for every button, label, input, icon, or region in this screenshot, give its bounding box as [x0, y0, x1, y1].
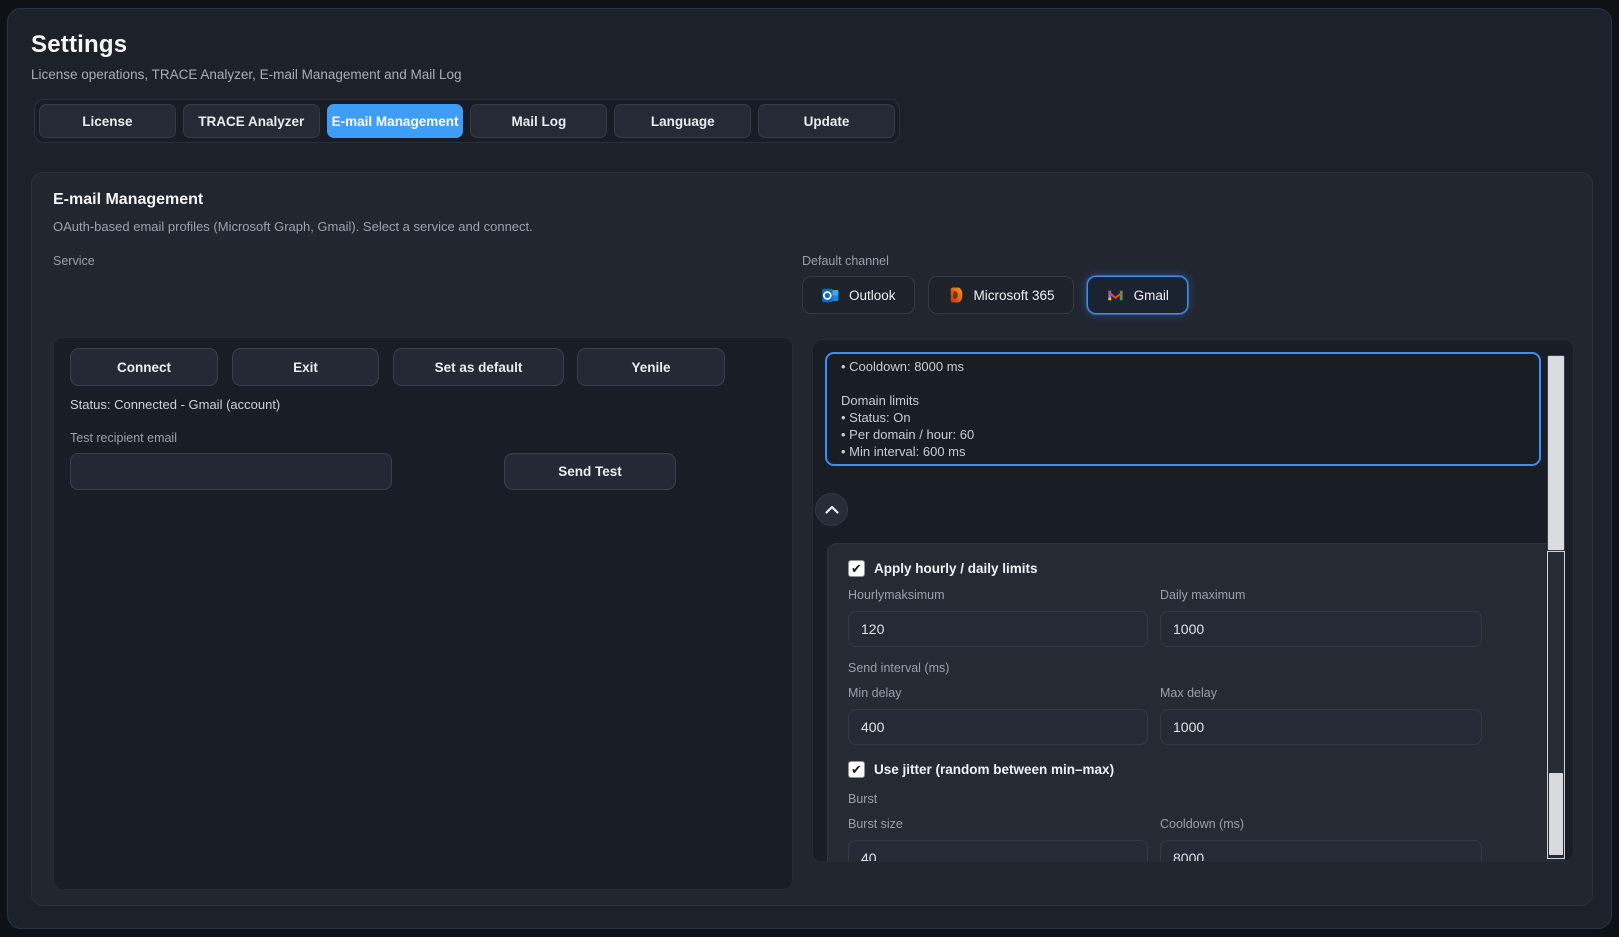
connection-status-text: Status: Connected - Gmail (account)	[70, 397, 280, 412]
jitter-checkbox[interactable]: ✔	[848, 761, 865, 778]
default-channel-group: Outlook Mic	[802, 276, 1188, 314]
info-line: Domain limits	[841, 392, 1525, 409]
settings-window: Settings License operations, TRACE Analy…	[7, 8, 1612, 929]
tab-email-management[interactable]: E-mail Management	[327, 104, 464, 138]
service-label: Service	[53, 254, 95, 268]
tab-trace-analyzer[interactable]: TRACE Analyzer	[183, 104, 320, 138]
apply-limits-checkbox[interactable]: ✔	[848, 560, 865, 577]
info-line: • Cooldown: 8000 ms	[841, 358, 1525, 375]
apply-limits-label: Apply hourly / daily limits	[874, 561, 1038, 576]
jitter-label: Use jitter (random between min–max)	[874, 762, 1114, 777]
channel-button-outlook[interactable]: Outlook	[802, 276, 915, 314]
max-delay-label: Max delay	[1160, 686, 1482, 703]
hourly-max-label: Hourlymaksimum	[848, 588, 1148, 605]
collapse-button[interactable]	[815, 493, 848, 526]
default-channel-label: Default channel	[802, 254, 889, 268]
refresh-button[interactable]: Yenile	[577, 348, 725, 386]
page-subtitle: License operations, TRACE Analyzer, E-ma…	[31, 67, 461, 82]
daily-max-label: Daily maximum	[1160, 588, 1482, 605]
cooldown-input[interactable]	[1160, 840, 1482, 862]
set-as-default-button[interactable]: Set as default	[393, 348, 564, 386]
channel-label: Gmail	[1134, 288, 1169, 303]
outlook-icon	[821, 286, 840, 305]
burst-grid: Burst size Cooldown (ms)	[848, 809, 1544, 862]
screen: Settings License operations, TRACE Analy…	[0, 0, 1619, 937]
settings-tabbar: License TRACE Analyzer E-mail Management…	[34, 99, 900, 143]
connect-button[interactable]: Connect	[70, 348, 218, 386]
min-delay-input[interactable]	[848, 709, 1148, 745]
email-management-card: E-mail Management OAuth-based email prof…	[31, 172, 1593, 906]
info-line: • Per domain / hour: 60	[841, 426, 1525, 443]
channel-settings-panel: • Cooldown: 8000 ms Domain limits • Stat…	[812, 339, 1574, 862]
section-title: E-mail Management	[53, 191, 203, 209]
cooldown-label: Cooldown (ms)	[1160, 817, 1482, 834]
apply-limits-row: ✔ Apply hourly / daily limits	[848, 558, 1544, 578]
channel-label: Outlook	[849, 288, 896, 303]
microsoft365-icon	[947, 286, 965, 304]
page-title: Settings	[31, 31, 127, 59]
send-interval-label: Send interval (ms)	[848, 661, 1544, 678]
tab-license[interactable]: License	[39, 104, 176, 138]
send-test-button[interactable]: Send Test	[504, 453, 676, 490]
max-delay-input[interactable]	[1160, 709, 1482, 745]
channel-info-box: • Cooldown: 8000 ms Domain limits • Stat…	[825, 352, 1541, 466]
gmail-icon	[1106, 286, 1125, 305]
delay-grid: Min delay Max delay	[848, 678, 1544, 745]
channel-label: Microsoft 365	[974, 288, 1055, 303]
section-description: OAuth-based email profiles (Microsoft Gr…	[53, 219, 533, 234]
exit-button[interactable]: Exit	[232, 348, 379, 386]
burst-size-input[interactable]	[848, 840, 1148, 862]
test-recipient-input[interactable]	[70, 453, 392, 490]
channel-button-microsoft365[interactable]: Microsoft 365	[928, 276, 1074, 314]
info-line	[841, 375, 1525, 392]
daily-max-input[interactable]	[1160, 611, 1482, 647]
scrollbar-track-inner[interactable]	[1547, 551, 1565, 859]
limits-form: ✔ Apply hourly / daily limits Hourlymaks…	[827, 543, 1565, 862]
test-recipient-label: Test recipient email	[70, 431, 177, 445]
service-panel: Connect Exit Set as default Yenile Statu…	[53, 337, 793, 890]
scrollbar-thumb-inner[interactable]	[1549, 773, 1563, 855]
hourly-max-input[interactable]	[848, 611, 1148, 647]
tab-language[interactable]: Language	[614, 104, 751, 138]
tab-mail-log[interactable]: Mail Log	[470, 104, 607, 138]
hourly-daily-grid: Hourlymaksimum Daily maximum	[848, 578, 1544, 647]
tab-update[interactable]: Update	[758, 104, 895, 138]
info-line: • Min interval: 600 ms	[841, 443, 1525, 460]
chevron-up-icon	[825, 501, 839, 519]
jitter-row: ✔ Use jitter (random between min–max)	[848, 759, 1544, 779]
burst-size-label: Burst size	[848, 817, 1148, 834]
channel-button-gmail[interactable]: Gmail	[1087, 276, 1188, 314]
info-line: • Status: On	[841, 409, 1525, 426]
scrollbar-thumb-outer[interactable]	[1547, 355, 1565, 551]
burst-label: Burst	[848, 792, 1544, 809]
min-delay-label: Min delay	[848, 686, 1148, 703]
